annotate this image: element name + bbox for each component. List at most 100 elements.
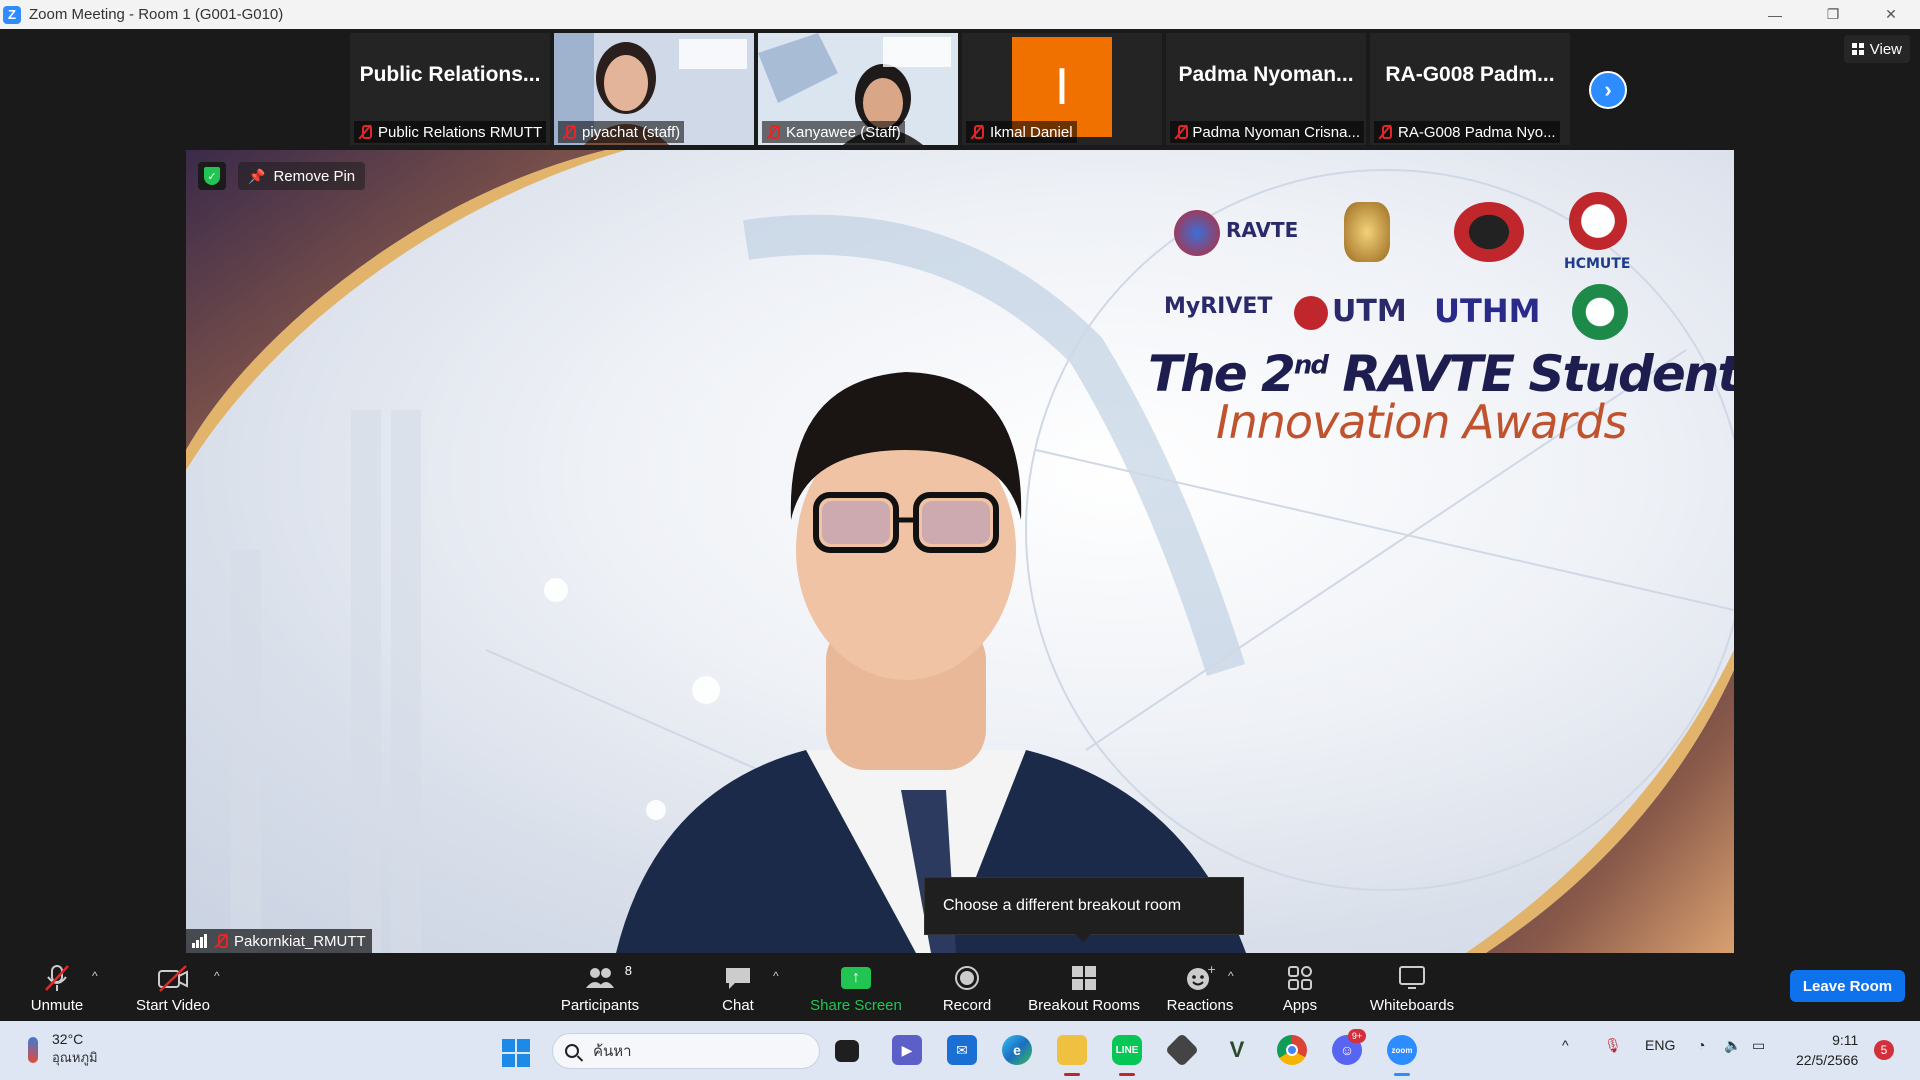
slide-subtitle: Innovation Awards — [1216, 395, 1628, 449]
participant-tile[interactable]: I Ikmal Daniel — [962, 33, 1162, 145]
cube-app-icon[interactable] — [1165, 1033, 1199, 1067]
hcmute-logo — [1569, 192, 1627, 250]
chat-label: Chat — [722, 996, 754, 1014]
meeting-toolbar: Unmute ^ Start Video ^ 8 Participants Ch… — [0, 953, 1920, 1021]
participant-tile[interactable]: piyachat (staff) — [554, 33, 754, 145]
temperature: 32°C — [52, 1031, 84, 1047]
participant-label: RA-G008 Padma Nyo... — [1374, 121, 1560, 143]
thermometer-icon — [28, 1036, 38, 1063]
chat-options-caret-icon[interactable]: ^ — [773, 969, 779, 983]
view-label: View — [1869, 40, 1902, 58]
close-button[interactable]: ✕ — [1862, 0, 1920, 29]
start-video-button[interactable]: Start Video — [130, 953, 216, 1021]
record-label: Record — [942, 996, 992, 1014]
active-indicator — [1394, 1073, 1410, 1076]
breakout-rooms-icon — [1070, 961, 1098, 995]
participant-label: Kanyawee (Staff) — [762, 121, 905, 143]
weather-label: อุณหภูมิ — [52, 1050, 98, 1065]
restore-button[interactable]: ❐ — [1804, 0, 1862, 29]
weather-widget[interactable]: 32°C อุณหภูมิ — [28, 1031, 98, 1068]
language-indicator[interactable]: ENG — [1645, 1037, 1675, 1053]
participant-name: Ikmal Daniel — [990, 123, 1073, 141]
apps-button[interactable]: Apps — [1280, 953, 1320, 1021]
file-explorer-icon[interactable] — [1057, 1035, 1087, 1065]
audio-options-caret-icon[interactable]: ^ — [92, 969, 98, 983]
line-app-icon[interactable]: LINE — [1112, 1035, 1142, 1065]
participant-big-name: Public Relations... — [359, 63, 541, 86]
search-icon — [565, 1044, 579, 1058]
discord-badge: 9+ — [1348, 1029, 1366, 1043]
active-indicator — [1119, 1073, 1135, 1076]
university-emblem — [1344, 202, 1390, 262]
muted-mic-icon — [358, 124, 372, 140]
participant-tile[interactable]: RA-G008 Padm... RA-G008 Padma Nyo... — [1370, 33, 1570, 145]
zoom-taskbar-icon[interactable]: zoom — [1387, 1035, 1417, 1065]
task-view-icon[interactable] — [835, 1040, 859, 1062]
edge-browser-icon[interactable]: e — [1002, 1035, 1032, 1065]
breakout-rooms-button[interactable]: Breakout Rooms — [1026, 953, 1142, 1021]
whiteboards-button[interactable]: Whiteboards — [1364, 953, 1460, 1021]
whiteboard-icon — [1397, 961, 1427, 995]
smiley-icon: + — [1185, 961, 1215, 995]
reactions-button[interactable]: + Reactions — [1164, 953, 1236, 1021]
participants-button[interactable]: 8 Participants — [556, 953, 644, 1021]
unmute-button[interactable]: Unmute — [18, 953, 96, 1021]
breakout-tooltip: Choose a different breakout room — [924, 877, 1244, 942]
share-screen-button[interactable]: ↑ Share Screen — [808, 953, 904, 1021]
remove-pin-button[interactable]: 📌 Remove Pin — [238, 162, 366, 190]
uthm-logo-text: UTHM — [1434, 292, 1541, 330]
start-video-label: Start Video — [136, 996, 210, 1014]
participants-label: Participants — [560, 996, 640, 1014]
volume-icon[interactable]: 🔈 — [1724, 1037, 1741, 1054]
participant-name: RA-G008 Padma Nyo... — [1398, 123, 1556, 141]
signal-bars-icon — [192, 934, 208, 948]
system-clock[interactable]: 9:11 22/5/2566 — [1796, 1030, 1858, 1070]
meet-chat-icon[interactable]: ▶ — [892, 1035, 922, 1065]
clock-time: 9:11 — [1832, 1032, 1859, 1048]
remove-pin-label: Remove Pin — [273, 167, 356, 185]
breakout-rooms-label: Breakout Rooms — [1028, 996, 1140, 1014]
reactions-options-caret-icon[interactable]: ^ — [1228, 969, 1234, 983]
mic-off-icon — [42, 961, 72, 995]
minimize-button[interactable]: — — [1746, 0, 1804, 29]
video-options-caret-icon[interactable]: ^ — [214, 969, 220, 983]
wifi-icon[interactable]: ◔ — [1697, 1037, 1705, 1053]
speaker-name-tag: Pakornkiat_RMUTT — [186, 929, 372, 953]
participant-name: Public Relations RMUTT — [378, 123, 543, 141]
participant-tile[interactable]: Public Relations... Public Relations RMU… — [350, 33, 550, 145]
view-button[interactable]: View — [1843, 35, 1910, 63]
participant-label: Public Relations RMUTT — [354, 121, 547, 143]
taskbar-search[interactable]: ค้นหา — [552, 1033, 820, 1069]
microphone-icon[interactable]: 🎙 — [1604, 1037, 1622, 1054]
battery-icon[interactable]: ▭ — [1752, 1037, 1765, 1054]
participant-label: piyachat (staff) — [558, 121, 685, 143]
vectorworks-icon[interactable]: V — [1222, 1035, 1252, 1065]
whiteboards-label: Whiteboards — [1369, 996, 1455, 1014]
title-bar: Z Zoom Meeting - Room 1 (G001-G010) — ❐ … — [0, 0, 1920, 29]
participant-tile[interactable]: Padma Nyoman... Padma Nyoman Crisna... — [1166, 33, 1366, 145]
record-button[interactable]: Record — [936, 953, 998, 1021]
muted-mic-icon — [562, 124, 576, 140]
chrome-icon[interactable] — [1277, 1035, 1307, 1065]
muted-mic-icon — [214, 933, 228, 949]
mail-icon[interactable]: ✉ — [947, 1035, 977, 1065]
muted-mic-icon — [1378, 124, 1392, 140]
notification-badge[interactable]: 5 — [1874, 1040, 1894, 1060]
participant-big-name: RA-G008 Padm... — [1385, 63, 1555, 86]
participant-label: Padma Nyoman Crisna... — [1170, 121, 1364, 143]
security-badge[interactable]: ✓ — [198, 162, 226, 190]
leave-room-button[interactable]: Leave Room — [1790, 970, 1905, 1002]
pin-icon: 📌 — [248, 167, 266, 184]
window-controls: — ❐ ✕ — [1746, 0, 1920, 29]
chevron-right-icon: › — [1604, 77, 1612, 102]
windows-start-icon[interactable] — [502, 1039, 530, 1067]
participant-tile[interactable]: Kanyawee (Staff) — [758, 33, 958, 145]
pinned-video[interactable]: RAVTE HCMUTE MyRIVET UTM UTHM The 2nd RA… — [186, 150, 1734, 953]
participants-count: 8 — [624, 962, 632, 978]
chat-button[interactable]: Chat — [716, 953, 760, 1021]
shield-icon: ✓ — [204, 167, 220, 185]
show-hidden-icons[interactable]: ^ — [1562, 1037, 1569, 1053]
slide-title-sup: nd — [1293, 350, 1329, 381]
next-page-button[interactable]: › — [1589, 71, 1627, 109]
unmute-label: Unmute — [30, 996, 84, 1014]
